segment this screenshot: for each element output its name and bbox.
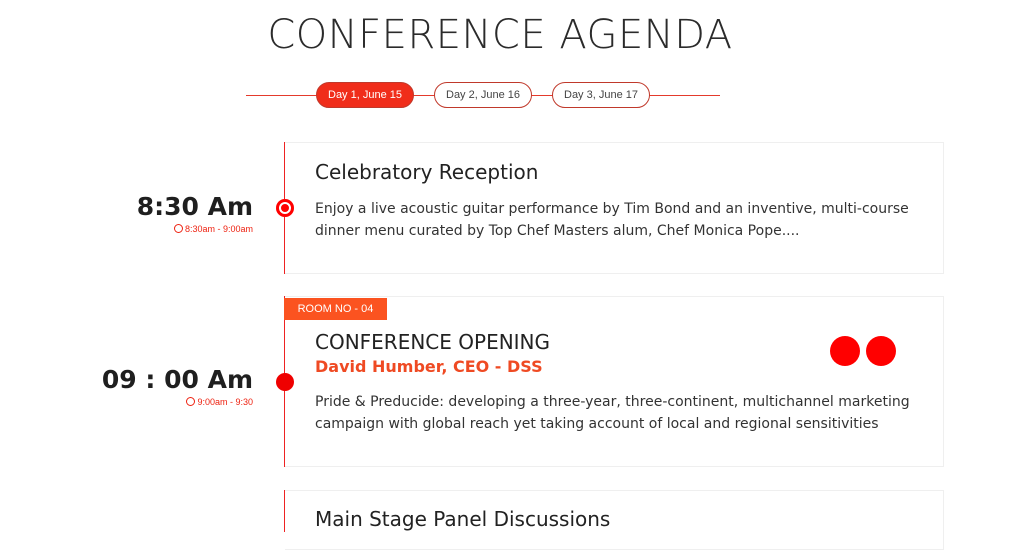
session-card: CONFERENCE OPENING David Humber, CEO - D… (285, 296, 944, 467)
room-badge: ROOM NO - 04 (284, 298, 387, 320)
session-card: Main Stage Panel Discussions (285, 490, 944, 550)
session-time-range: 9:00am - 9:30 (186, 396, 253, 407)
page-title: CONFERENCE AGENDA (267, 12, 733, 58)
tab-day-1[interactable]: Day 1, June 15 (316, 82, 414, 108)
session-time-range-text: 9:00am - 9:30 (197, 397, 253, 407)
timeline-marker (276, 199, 294, 217)
session-title: Celebratory Reception (315, 160, 539, 184)
tab-day-2[interactable]: Day 2, June 16 (434, 82, 532, 108)
clock-icon (173, 224, 183, 233)
session-title: Main Stage Panel Discussions (315, 507, 611, 531)
speaker-social-icon[interactable] (830, 336, 860, 366)
session-time: 8:30 Am (136, 192, 253, 221)
speaker-social-icon[interactable] (866, 336, 896, 366)
session-title: CONFERENCE OPENING (315, 330, 551, 354)
session-card: Celebratory Reception Enjoy a live acous… (285, 142, 944, 274)
session-time-range: 8:30am - 9:00am (173, 223, 253, 234)
session-speaker: David Humber, CEO - DSS (315, 357, 543, 376)
tab-day-3[interactable]: Day 3, June 17 (552, 82, 650, 108)
clock-icon (186, 397, 196, 406)
timeline-marker (276, 373, 294, 391)
session-time: 09 : 00 Am (101, 365, 253, 394)
session-description: Pride & Preducide: developing a three-ye… (315, 394, 910, 432)
session-time-range-text: 8:30am - 9:00am (184, 224, 253, 234)
session-description: Enjoy a live acoustic guitar performance… (315, 201, 909, 239)
